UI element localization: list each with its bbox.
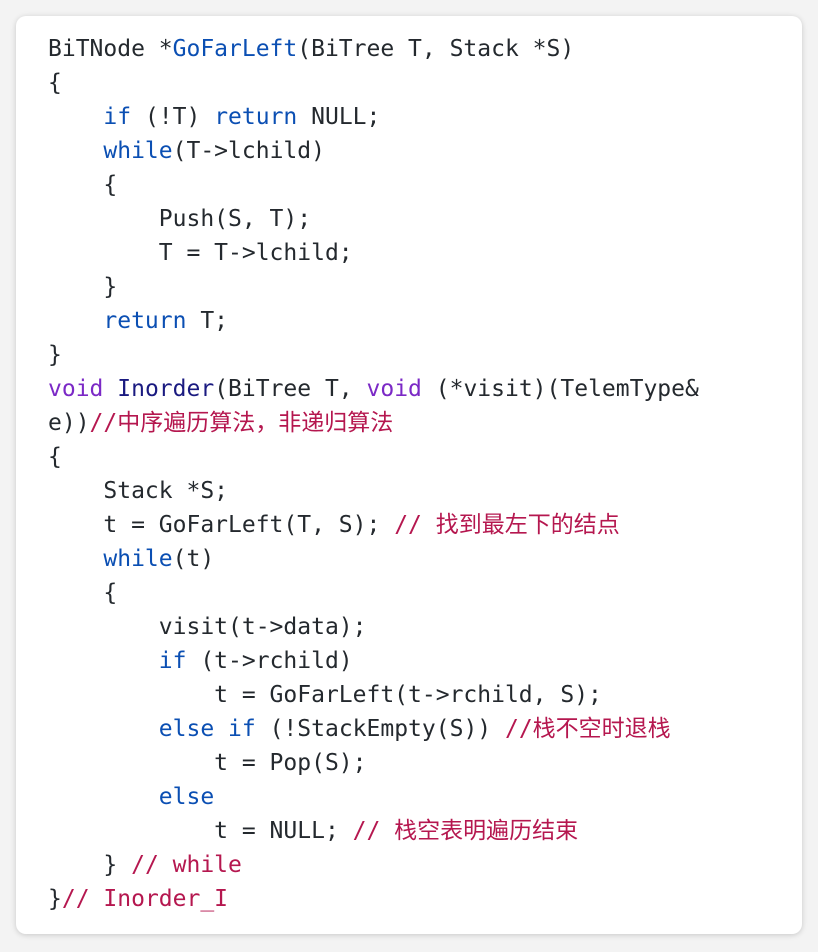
code-line: t = GoFarLeft(t->rchild, S); (48, 678, 699, 712)
code-line: void Inorder(BiTree T, void (*visit)(Tel… (48, 372, 699, 406)
code-line: while(T->lchild) (48, 134, 699, 168)
keyword-token: return (103, 308, 187, 334)
keyword-token: while (103, 546, 173, 572)
code-text: e)) (48, 410, 90, 436)
keyword-token: while (103, 138, 173, 164)
code-text: (T->lchild) (172, 138, 325, 164)
code-line: return T; (48, 304, 699, 338)
code-text: (!StackEmpty(S)) (255, 716, 505, 742)
function-name-token: GoFarLeft (172, 36, 298, 62)
code-block-card: BiTNode *GoFarLeft(BiTree T, Stack *S){ … (16, 16, 802, 934)
code-text: NULL; (297, 104, 381, 130)
code-text: t = NULL; (48, 818, 353, 844)
comment-token: // Inorder_I (61, 886, 229, 912)
code-text: Stack *S; (48, 478, 229, 504)
code-line: else if (!StackEmpty(S)) //栈不空时退栈 (48, 712, 699, 746)
code-text: t = Pop(S); (48, 750, 367, 776)
type-keyword-token: void (366, 376, 422, 402)
code-line: visit(t->data); (48, 610, 699, 644)
keyword-token: if (158, 648, 187, 674)
code-text: } (48, 852, 132, 878)
keyword-token: if (228, 716, 256, 742)
type-keyword-token: void (48, 376, 104, 402)
code-text: Push(S, T); (48, 206, 312, 232)
code-text: (*visit)(TelemType& (421, 376, 699, 402)
code-line: }// Inorder_I (48, 882, 699, 916)
code-line: } // while (48, 848, 699, 882)
code-line: BiTNode *GoFarLeft(BiTree T, Stack *S) (48, 32, 699, 66)
code-text: (BiTree T, (214, 376, 367, 402)
code-line: } (48, 338, 699, 372)
comment-token: // while (131, 852, 242, 878)
code-line: t = Pop(S); (48, 746, 699, 780)
code-text: } (48, 274, 118, 300)
code-line: { (48, 168, 699, 202)
code-text: { (48, 172, 118, 198)
code-text: { (48, 580, 118, 606)
function-name-token: Inorder (117, 376, 215, 402)
keyword-token: else (158, 716, 215, 742)
code-block: BiTNode *GoFarLeft(BiTree T, Stack *S){ … (48, 32, 699, 916)
code-text: } (48, 342, 62, 368)
code-line: if (!T) return NULL; (48, 100, 699, 134)
comment-token: //中序遍历算法，非递归算法 (89, 410, 394, 436)
code-text: (t->rchild) (186, 648, 353, 674)
code-line: e))//中序遍历算法，非递归算法 (48, 406, 699, 440)
code-line: { (48, 576, 699, 610)
code-text: t = GoFarLeft(T, S); (48, 512, 395, 538)
code-text: T; (186, 308, 229, 334)
code-line: while(t) (48, 542, 699, 576)
code-text: T = T->lchild; (48, 240, 353, 266)
code-line: Push(S, T); (48, 202, 699, 236)
code-text: { (48, 70, 62, 96)
code-text: t = GoFarLeft(t->rchild, S); (48, 682, 602, 708)
code-text: (!T) (131, 104, 215, 130)
code-line: t = NULL; // 栈空表明遍历结束 (48, 814, 699, 848)
code-line: if (t->rchild) (48, 644, 699, 678)
code-text: (t) (172, 546, 215, 572)
comment-token: // 找到最左下的结点 (394, 512, 620, 538)
code-line: T = T->lchild; (48, 236, 699, 270)
code-line: Stack *S; (48, 474, 699, 508)
keyword-token: if (103, 104, 132, 130)
code-line: { (48, 66, 699, 100)
keyword-token: return (214, 104, 298, 130)
code-text: BiTNode * (48, 36, 173, 62)
code-text: visit(t->data); (48, 614, 367, 640)
keyword-token: else (158, 784, 215, 810)
comment-token: //栈不空时退栈 (504, 716, 671, 742)
code-line: t = GoFarLeft(T, S); // 找到最左下的结点 (48, 508, 699, 542)
code-text: } (48, 886, 62, 912)
code-line: { (48, 440, 699, 474)
code-line: } (48, 270, 699, 304)
code-text: (BiTree T, Stack *S) (297, 36, 575, 62)
code-line: else (48, 780, 699, 814)
code-text: { (48, 444, 62, 470)
comment-token: // 栈空表明遍历结束 (352, 818, 579, 844)
